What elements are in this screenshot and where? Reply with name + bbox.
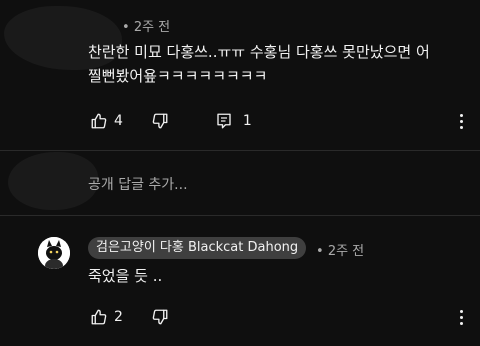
comment-time: 2주 전: [133, 20, 171, 35]
thumbs-up-icon: [91, 113, 107, 129]
reply-button[interactable]: 1: [215, 112, 252, 130]
comment-actions: 2: [90, 307, 169, 327]
comment-timestamp: • 2주 전: [122, 16, 170, 35]
author-name-chip[interactable]: 검은고양이 다홍 Blackcat Dahong: [88, 237, 307, 259]
like-button[interactable]: 4: [90, 112, 123, 130]
divider: [0, 150, 480, 151]
comment-text-line: 찔뻔봤어욮ㅋㅋㅋㅋㅋㅋㅋㅋ: [88, 67, 268, 85]
avatar[interactable]: [38, 237, 70, 269]
like-count: 2: [114, 309, 123, 325]
divider: [0, 215, 480, 216]
more-options-button[interactable]: [452, 308, 470, 326]
dot-separator: •: [316, 244, 324, 259]
dislike-button[interactable]: [151, 308, 169, 326]
comment-text: 찬란한 미묘 다홍쓰..ㅠㅠ 수홍님 다홍쓰 못만났으면 어 찔뻔봤어욮ㅋㅋㅋㅋ…: [88, 40, 468, 88]
redacted-user-avatar: [8, 152, 98, 210]
more-vertical-icon: [459, 113, 463, 117]
more-vertical-icon: [459, 309, 463, 313]
thumbs-down-icon: [152, 309, 168, 325]
cat-avatar-icon: [38, 237, 70, 269]
comment-text-line: 찬란한 미묘 다홍쓰..ㅠㅠ 수홍님 다홍쓰 못만났으면 어: [88, 43, 430, 61]
dot-separator: •: [122, 20, 130, 35]
reply-count: 1: [242, 113, 252, 129]
comment-time: 2주 전: [327, 244, 365, 259]
comment-icon: [217, 113, 231, 129]
comment-text: 죽었을 듯 ..: [88, 267, 163, 285]
like-count: 4: [114, 113, 123, 129]
dislike-button[interactable]: [151, 112, 169, 130]
thumbs-down-icon: [152, 113, 168, 129]
thumbs-up-icon: [91, 309, 107, 325]
comment-actions: 4 1: [90, 111, 252, 131]
more-options-button[interactable]: [452, 112, 470, 130]
comment-timestamp: • 2주 전: [316, 240, 364, 259]
like-button[interactable]: 2: [90, 308, 123, 326]
reply-input[interactable]: 공개 답글 추가...: [88, 174, 188, 194]
